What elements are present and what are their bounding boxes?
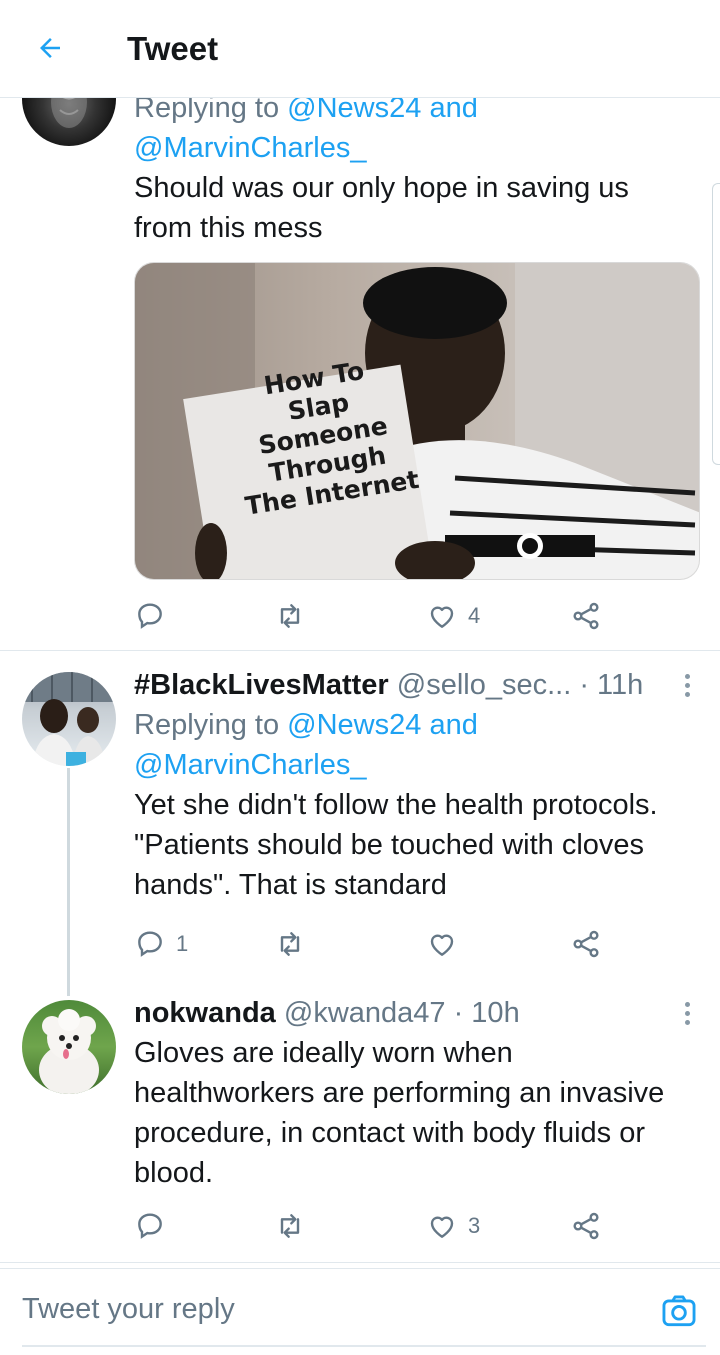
- camera-icon: [662, 1295, 696, 1327]
- like-count: 4: [468, 603, 481, 628]
- mention-link[interactable]: @MarvinCharles_: [134, 132, 367, 164]
- retweet-button[interactable]: [274, 924, 316, 964]
- share-icon: [573, 930, 599, 958]
- like-count: 3: [468, 1213, 481, 1238]
- tweet-text: Gloves are ideally worn when healthworke…: [134, 1037, 665, 1189]
- like-button[interactable]: 4: [426, 596, 480, 636]
- display-name[interactable]: nokwanda: [134, 997, 276, 1029]
- reply-button[interactable]: [134, 1206, 176, 1246]
- tweet-header: nokwanda @kwanda47 · 10h: [134, 993, 692, 1033]
- more-options-button[interactable]: [672, 670, 702, 700]
- tweet-header: #BlackLivesMatter @sello_sec... · 11h: [134, 665, 692, 705]
- like-button[interactable]: 3: [426, 1206, 480, 1246]
- tweet-actions: 1: [134, 924, 614, 964]
- arrow-left-icon: [40, 38, 60, 58]
- input-underline: [22, 1345, 706, 1347]
- share-button[interactable]: [570, 924, 602, 964]
- comment-icon: [138, 931, 162, 957]
- reply-composer: Tweet your reply: [0, 1268, 720, 1355]
- top-bar: Tweet: [0, 0, 720, 98]
- retweet-button[interactable]: [274, 1206, 316, 1246]
- mention-link[interactable]: @MarvinCharles_: [134, 749, 367, 781]
- retweet-icon: [280, 604, 300, 628]
- timestamp: · 10h: [453, 997, 520, 1029]
- thread-line: [67, 768, 70, 996]
- divider: [0, 650, 720, 651]
- reply-button[interactable]: [134, 596, 176, 636]
- replying-to: Replying to @News24 and: [134, 709, 478, 741]
- share-button[interactable]: [570, 1206, 602, 1246]
- mention-link[interactable]: @News24: [287, 709, 421, 741]
- divider: [0, 1262, 720, 1263]
- reply-count: 1: [176, 931, 189, 956]
- back-button[interactable]: [30, 28, 70, 68]
- share-button[interactable]: [570, 596, 602, 636]
- share-icon: [573, 602, 599, 630]
- like-button[interactable]: [426, 924, 468, 964]
- more-vertical-icon: [684, 673, 690, 679]
- retweet-icon: [280, 1214, 300, 1238]
- tweet-text: Yet she didn't follow the health protoco…: [134, 789, 658, 901]
- user-handle[interactable]: @sello_sec...: [397, 669, 572, 701]
- reply-input[interactable]: Tweet your reply: [22, 1293, 235, 1326]
- tweet-text: Should was our only hope in saving us fr…: [134, 172, 629, 244]
- heart-icon: [430, 934, 454, 956]
- retweet-button[interactable]: [274, 596, 316, 636]
- user-handle[interactable]: @kwanda47: [284, 997, 446, 1029]
- scrollbar[interactable]: [712, 183, 720, 465]
- display-name[interactable]: #BlackLivesMatter: [134, 669, 389, 701]
- tweet-actions: 3: [134, 1206, 614, 1246]
- more-options-button[interactable]: [672, 998, 702, 1028]
- tweet-actions: 4: [134, 596, 614, 636]
- tweet-image[interactable]: How To Slap Someone Through The Internet: [134, 262, 700, 580]
- page-title: Tweet: [127, 30, 219, 67]
- retweet-icon: [280, 932, 300, 956]
- camera-button[interactable]: [660, 1293, 698, 1331]
- comment-icon: [138, 1213, 162, 1239]
- avatar[interactable]: [22, 1000, 116, 1094]
- comment-icon: [138, 603, 162, 629]
- more-vertical-icon: [684, 1001, 690, 1007]
- reply-button[interactable]: 1: [134, 924, 188, 964]
- timestamp: · 11h: [579, 669, 644, 701]
- share-icon: [573, 1212, 599, 1240]
- heart-icon: [430, 1216, 454, 1238]
- heart-icon: [430, 606, 454, 628]
- avatar[interactable]: [22, 672, 116, 766]
